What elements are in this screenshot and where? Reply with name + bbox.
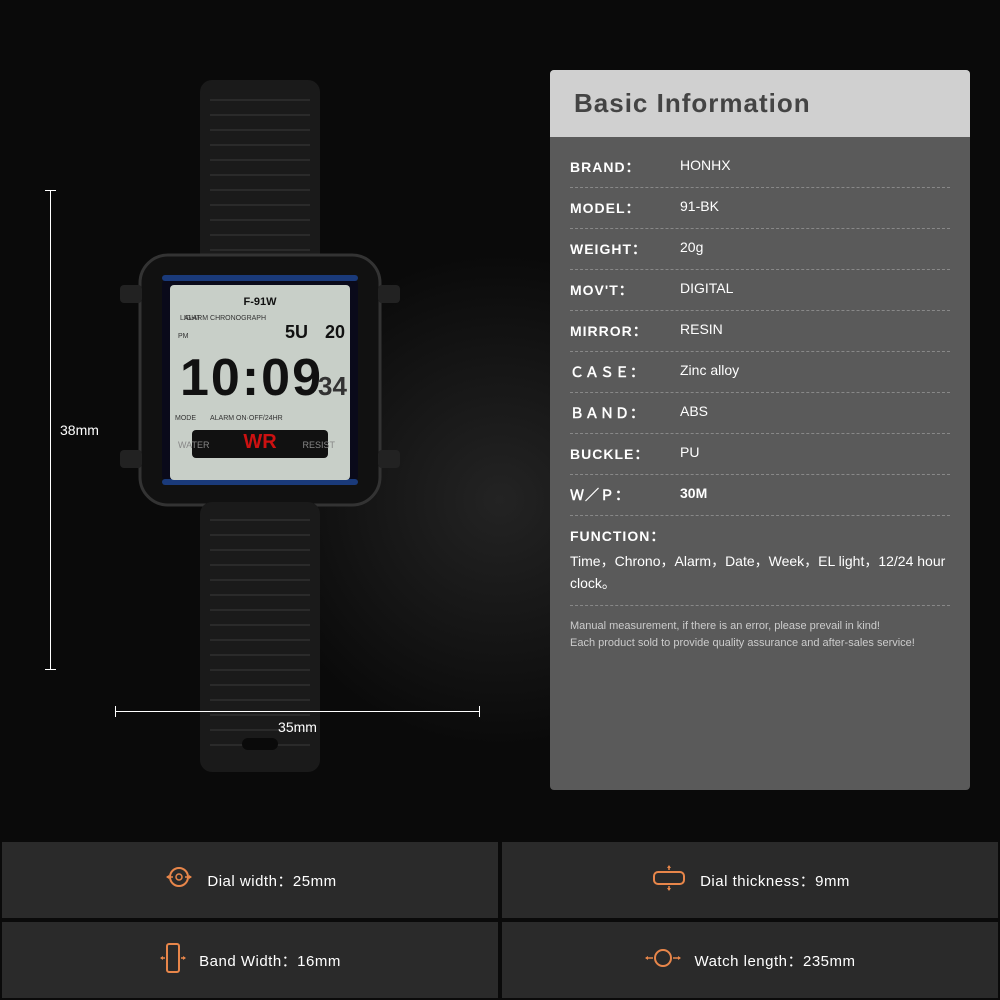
info-key-case: ＣＡＳＥ： xyxy=(570,362,680,382)
info-row-brand: BRAND： HONHX xyxy=(570,147,950,188)
band-width-icon xyxy=(159,940,187,981)
width-dimension: 35mm xyxy=(115,711,480,712)
info-note-line1: Manual measurement, if there is an error… xyxy=(570,618,950,636)
info-note: Manual measurement, if there is an error… xyxy=(570,618,950,663)
info-title: Basic Information xyxy=(574,88,811,118)
dial-width-label: Dial width：25mm xyxy=(207,870,336,891)
info-panel: Basic Information BRAND： HONHX MODEL： 91… xyxy=(550,70,970,790)
info-val-brand: HONHX xyxy=(680,157,950,173)
bottom-cell-band-width: Band Width：16mm xyxy=(2,922,498,998)
svg-text:RESIST: RESIST xyxy=(302,440,335,450)
info-val-case: Zinc alloy xyxy=(680,362,950,378)
info-key-model: MODEL： xyxy=(570,198,680,218)
bottom-cell-dial-thickness: Dial thickness：9mm xyxy=(502,842,998,918)
info-row-weight: WEIGHT： 20g xyxy=(570,229,950,270)
svg-text:20: 20 xyxy=(325,322,345,342)
watch-section: 38mm xyxy=(20,40,500,820)
info-key-weight: WEIGHT： xyxy=(570,239,680,259)
height-dimension: 38mm xyxy=(50,190,51,670)
svg-text:PM: PM xyxy=(178,333,189,340)
info-key-wp: Ｗ／Ｐ： xyxy=(570,485,680,505)
info-key-brand: BRAND： xyxy=(570,157,680,177)
info-val-wp: 30M xyxy=(680,485,950,501)
info-row-band: ＢＡＮＤ： ABS xyxy=(570,393,950,434)
info-row-buckle: BUCKLE： PU xyxy=(570,434,950,475)
svg-text:10:09: 10:09 xyxy=(180,349,323,407)
info-row-case: ＣＡＳＥ： Zinc alloy xyxy=(570,352,950,393)
band-width-label: Band Width：16mm xyxy=(199,950,341,971)
watch-length-label: Watch length：235mm xyxy=(694,950,855,971)
svg-text:ALARM ON·OFF/24HR: ALARM ON·OFF/24HR xyxy=(210,415,283,422)
height-line xyxy=(50,190,51,670)
info-row-model: MODEL： 91-BK xyxy=(570,188,950,229)
svg-text:ALARM CHRONOGRAPH: ALARM CHRONOGRAPH xyxy=(184,315,266,322)
dial-thickness-icon xyxy=(650,864,688,897)
info-key-buckle: BUCKLE： xyxy=(570,444,680,464)
dial-thickness-label: Dial thickness：9mm xyxy=(700,870,850,891)
info-key-band: ＢＡＮＤ： xyxy=(570,403,680,423)
watch-illustration: F-91W LIGHT ALARM CHRONOGRAPH PM 5U 20 1… xyxy=(80,80,440,780)
dial-width-icon xyxy=(163,861,195,899)
info-row-movt: MOV'T： DIGITAL xyxy=(570,270,950,311)
info-key-mirror: MIRROR： xyxy=(570,321,680,341)
width-label: 35mm xyxy=(278,719,317,735)
info-row-mirror: MIRROR： RESIN xyxy=(570,311,950,352)
svg-text:34: 34 xyxy=(318,371,347,401)
info-header: Basic Information xyxy=(550,70,970,137)
info-val-buckle: PU xyxy=(680,444,950,460)
svg-text:F-91W: F-91W xyxy=(244,296,278,308)
info-key-function: FUNCTION： xyxy=(570,526,680,546)
svg-text:MODE: MODE xyxy=(175,415,196,422)
info-val-mirror: RESIN xyxy=(680,321,950,337)
info-val-model: 91-BK xyxy=(680,198,950,214)
info-body: BRAND： HONHX MODEL： 91-BK WEIGHT： 20g MO… xyxy=(550,137,970,663)
watch-length-icon xyxy=(644,942,682,979)
bottom-row-1: Dial width：25mm Dial thickness：9mm xyxy=(0,840,1000,920)
info-val-band: ABS xyxy=(680,403,950,419)
info-row-function: FUNCTION： Time，Chrono，Alarm，Date，Week，EL… xyxy=(570,516,950,606)
svg-text:5U: 5U xyxy=(285,322,308,342)
info-row-wp: Ｗ／Ｐ： 30M xyxy=(570,475,950,516)
info-val-function: Time，Chrono，Alarm，Date，Week，EL light，12/… xyxy=(570,550,950,595)
info-val-weight: 20g xyxy=(680,239,950,255)
bottom-row-2: Band Width：16mm Watch length：235mm xyxy=(0,920,1000,1000)
svg-text:WATER: WATER xyxy=(178,440,210,450)
bottom-cell-dial-width: Dial width：25mm xyxy=(2,842,498,918)
info-note-line2: Each product sold to provide quality ass… xyxy=(570,635,950,653)
bottom-cell-watch-length: Watch length：235mm xyxy=(502,922,998,998)
svg-text:WR: WR xyxy=(243,431,277,453)
info-val-movt: DIGITAL xyxy=(680,280,950,296)
bottom-bar: Dial width：25mm Dial thickness：9mm xyxy=(0,840,1000,1000)
info-key-movt: MOV'T： xyxy=(570,280,680,300)
main-container: 38mm xyxy=(0,0,1000,840)
